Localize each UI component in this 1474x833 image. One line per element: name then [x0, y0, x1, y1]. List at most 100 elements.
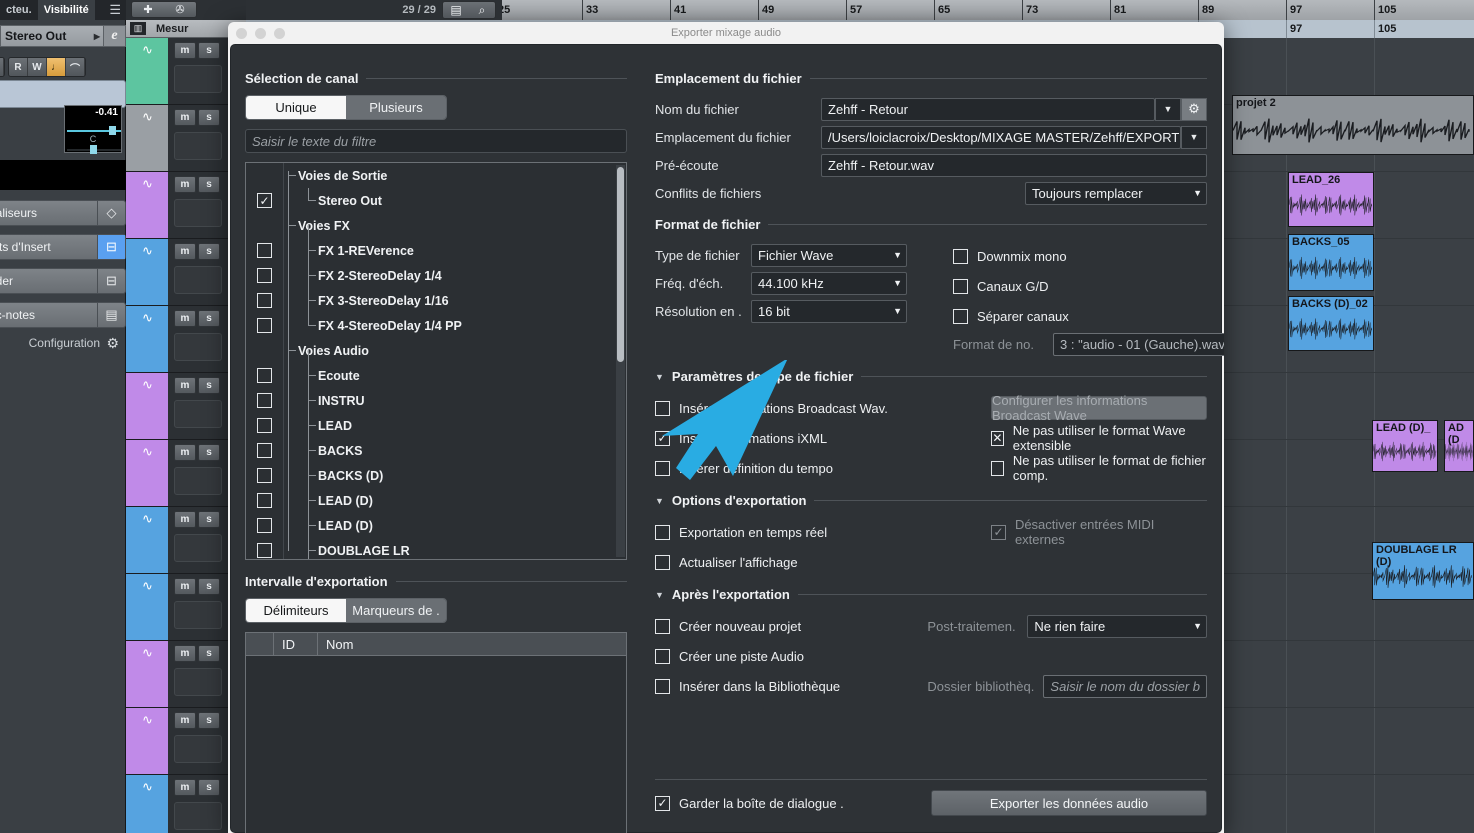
tempo-definition-row[interactable]: Insérer définition du tempo — [655, 453, 945, 483]
export-options-header[interactable]: ▼ Options d'exportation — [655, 493, 1207, 508]
channel-checkbox-cell[interactable] — [246, 388, 283, 413]
channel-checkbox-cell[interactable] — [246, 263, 283, 288]
tab-delimiteurs[interactable]: Délimiteurs — [246, 599, 346, 622]
channel-checkbox-cell[interactable] — [246, 438, 283, 463]
broadcast-wav-checkbox[interactable] — [655, 400, 670, 416]
library-folder-input[interactable]: Saisir le nom du dossier b — [1043, 674, 1207, 698]
mute-solo-group[interactable]: ms — [174, 109, 220, 126]
mute-button[interactable]: m — [174, 779, 196, 796]
track-extra-panel[interactable] — [174, 65, 222, 93]
after-export-header[interactable]: ▼ Après l'exportation — [655, 587, 1207, 602]
channel-checkbox[interactable] — [257, 468, 272, 483]
solo-button[interactable]: s — [198, 310, 220, 327]
channel-checkbox[interactable] — [257, 293, 272, 308]
interval-mode-tabs[interactable]: Délimiteurs Marqueurs de . — [245, 598, 447, 623]
mute-button[interactable]: m — [174, 243, 196, 260]
solo-button[interactable]: s — [198, 578, 220, 595]
channel-item-row[interactable]: LEAD (D) — [284, 513, 626, 538]
list-icon[interactable]: ▤ — [443, 2, 469, 18]
track-color-swatch[interactable]: ∿ — [126, 105, 168, 171]
audio-clip[interactable]: AD (D — [1444, 420, 1474, 472]
mute-button[interactable]: m — [174, 645, 196, 662]
gear-icon[interactable]: ⚙ — [106, 335, 119, 352]
read-automation-button[interactable]: R — [9, 58, 28, 76]
insert-icon[interactable]: ⊟ — [97, 235, 125, 259]
channel-checkbox[interactable] — [257, 318, 272, 333]
realtime-export-checkbox[interactable] — [655, 524, 670, 540]
mute-solo-group[interactable]: ms — [174, 444, 220, 461]
write-automation-button[interactable]: W — [28, 58, 47, 76]
ixml-row[interactable]: ✓ Insérer informations iXML — [655, 423, 945, 453]
audio-clip[interactable]: BACKS_05 — [1288, 234, 1374, 291]
solo-button[interactable]: s — [198, 109, 220, 126]
chevron-down-icon[interactable]: ▼ — [655, 496, 664, 506]
tempo-definition-checkbox[interactable] — [655, 460, 670, 476]
eq-icon[interactable]: ◇ — [97, 201, 125, 225]
solo-button[interactable]: s — [198, 779, 220, 796]
mixer-automation-group[interactable]: R W ♩ ⌒ — [8, 57, 86, 77]
mute-solo-group[interactable]: ms — [174, 645, 220, 662]
mute-solo-group[interactable]: ms — [174, 243, 220, 260]
scrollbar-thumb[interactable] — [617, 167, 624, 362]
mute-button[interactable]: m — [174, 712, 196, 729]
file-name-dropdown[interactable]: ▼ — [1155, 97, 1181, 121]
channel-checkbox[interactable] — [257, 393, 272, 408]
audio-clip[interactable]: BACKS (D)_02 — [1288, 296, 1374, 351]
channel-checkbox-cell[interactable]: ✓ — [246, 188, 283, 213]
no-wave-extensible-checkbox[interactable]: ✕ — [991, 430, 1004, 446]
ixml-checkbox[interactable]: ✓ — [655, 430, 670, 446]
dialog-titlebar[interactable]: Exporter mixage audio — [228, 22, 1224, 44]
mute-button[interactable]: m — [174, 578, 196, 595]
channel-item-row[interactable]: FX 1-REVerence — [284, 238, 626, 263]
downmix-mono-checkbox[interactable] — [953, 248, 968, 264]
solo-button[interactable]: s — [198, 712, 220, 729]
mixer-row-inserts[interactable]: fets d'Insert ⊟ — [0, 234, 126, 260]
mute-button[interactable]: m — [174, 511, 196, 528]
sample-rate-select[interactable]: 44.100 kHz ▼ — [751, 271, 907, 295]
track-color-swatch[interactable]: ∿ — [126, 239, 168, 305]
bit-depth-select[interactable]: 16 bit ▼ — [751, 299, 907, 323]
track-color-swatch[interactable]: ∿ — [126, 507, 168, 573]
channel-item-row[interactable]: INSTRU — [284, 388, 626, 413]
view-toggle-group[interactable]: ▤ ⌕ — [442, 1, 496, 19]
mute-solo-group[interactable]: ms — [174, 578, 220, 595]
mute-solo-group[interactable]: ms — [174, 712, 220, 729]
track-extra-panel[interactable] — [174, 735, 222, 763]
channel-checkbox-cell[interactable] — [246, 363, 283, 388]
channel-group-row[interactable]: Voies Audio — [284, 338, 626, 363]
solo-button[interactable]: s — [198, 243, 220, 260]
channel-item-row[interactable]: Stereo Out — [284, 188, 626, 213]
solo-button[interactable]: s — [198, 444, 220, 461]
fader-icon[interactable]: ⊟ — [97, 269, 125, 293]
channel-checkbox-cell[interactable] — [246, 288, 283, 313]
audio-clip[interactable]: LEAD (D)_ — [1372, 420, 1438, 472]
track-color-swatch[interactable]: ∿ — [126, 708, 168, 774]
track-extra-panel[interactable] — [174, 802, 222, 830]
channel-checkbox-cell[interactable] — [246, 463, 283, 488]
hamburger-icon[interactable]: ☰ — [109, 2, 126, 18]
edit-channel-button[interactable]: e — [103, 26, 125, 46]
no-wave-extensible-row[interactable]: ✕ Ne pas utiliser le format Wave extensi… — [991, 423, 1207, 453]
split-channels-checkbox[interactable] — [953, 308, 968, 324]
channel-item-row[interactable]: FX 3-StereoDelay 1/16 — [284, 288, 626, 313]
channel-item-row[interactable]: BACKS (D) — [284, 463, 626, 488]
tab-marqueurs[interactable]: Marqueurs de . — [346, 599, 446, 622]
solo-button[interactable]: s — [198, 511, 220, 528]
track-color-swatch[interactable]: ∿ — [126, 38, 168, 104]
file-name-input[interactable]: Zehff - Retour — [821, 97, 1155, 121]
close-light[interactable] — [236, 28, 247, 39]
mixer-row-fader[interactable]: ader ⊟ — [0, 268, 126, 294]
chevron-down-icon[interactable]: ▼ — [655, 590, 664, 600]
update-display-row[interactable]: Actualiser l'affichage — [655, 547, 945, 577]
file-path-input[interactable]: /Users/loiclacroix/Desktop/MIXAGE MASTER… — [821, 125, 1181, 149]
tab-unique[interactable]: Unique — [246, 96, 346, 119]
track-extra-panel[interactable] — [174, 400, 222, 428]
channel-item-row[interactable]: FX 4-StereoDelay 1/4 PP — [284, 313, 626, 338]
mixer-tab-inspector[interactable]: cteu. — [0, 0, 38, 20]
channel-checkbox[interactable] — [257, 243, 272, 258]
keep-dialog-row[interactable]: ✓ Garder la boîte de dialogue . — [655, 788, 844, 818]
numbering-select[interactable]: 3 : "audio - 01 (Gauche).wav" ▼ — [1053, 332, 1224, 356]
mute-solo-group[interactable]: ms — [174, 310, 220, 327]
channel-item-row[interactable]: LEAD (D) — [284, 488, 626, 513]
channel-checkbox-cell[interactable] — [246, 238, 283, 263]
